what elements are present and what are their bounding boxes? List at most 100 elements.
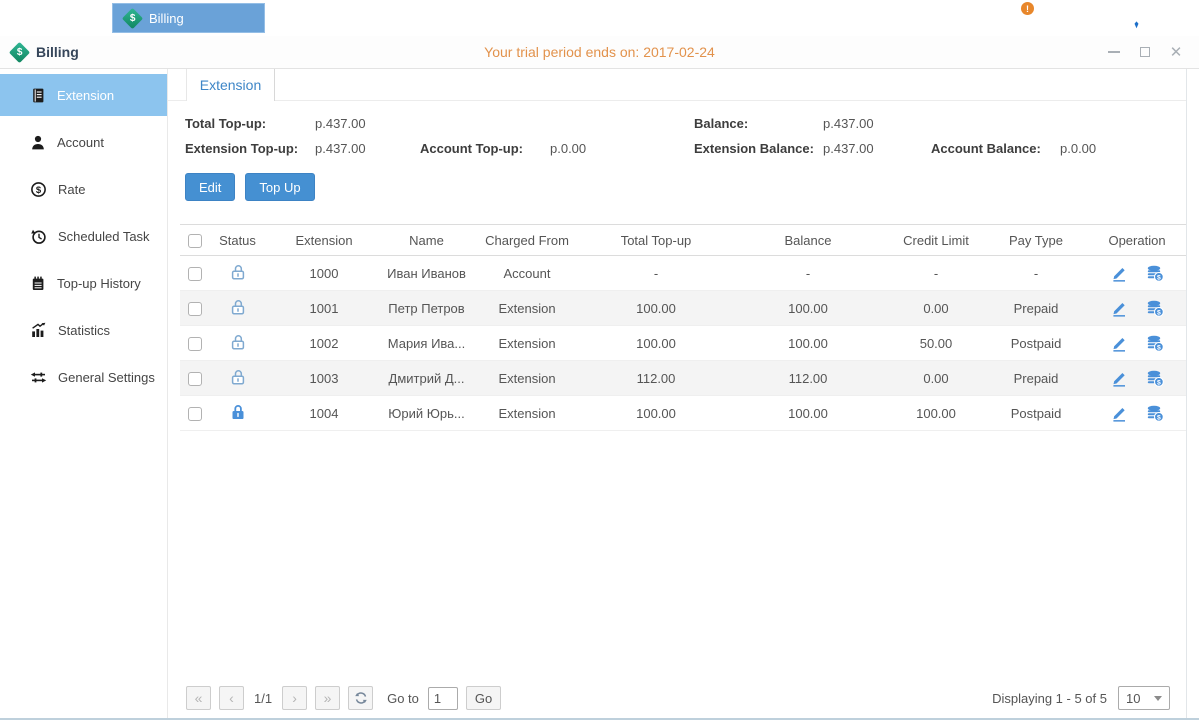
locked-icon [229, 403, 247, 421]
cell-name: Иван Иванов [383, 256, 470, 291]
chevron-down-icon [1154, 696, 1162, 701]
cell-credit-limit: 0.00 [888, 361, 984, 396]
summary-value: p.0.00 [550, 141, 694, 156]
sidebar-item-label: Scheduled Task [58, 229, 150, 244]
tab-extension[interactable]: Extension [186, 69, 275, 101]
maximize-button[interactable] [1138, 45, 1152, 59]
unlocked-icon [229, 263, 247, 281]
sidebar-item-top-up-history[interactable]: Top-up History [0, 262, 167, 304]
sidebar-item-label: Extension [57, 88, 114, 103]
col-extension: Extension [265, 225, 383, 256]
cell-charged-from: Extension [470, 361, 584, 396]
top-up-coins-icon[interactable] [1146, 264, 1164, 282]
page-number-input[interactable] [428, 687, 458, 710]
row-checkbox[interactable] [188, 337, 202, 351]
cell-balance: 100.00 [728, 291, 888, 326]
edit-pencil-icon[interactable] [1110, 264, 1128, 282]
top-up-coins-icon[interactable] [1146, 299, 1164, 317]
summary-label: Balance: [694, 116, 823, 131]
unlocked-icon [229, 298, 247, 316]
clock-icon [30, 228, 47, 245]
topbar-tab-billing[interactable]: $ Billing [112, 3, 265, 33]
displaying-text: Displaying 1 - 5 of 5 [992, 691, 1107, 706]
prev-page-button[interactable]: ‹ [219, 686, 244, 710]
cell-pay-type: Prepaid [984, 361, 1088, 396]
cell-extension: 1002 [265, 326, 383, 361]
go-button[interactable]: Go [466, 686, 501, 710]
sidebar-item-statistics[interactable]: Statistics [0, 309, 167, 351]
svg-text:$: $ [36, 185, 42, 196]
sidebar-item-general-settings[interactable]: General Settings [0, 356, 167, 398]
table-row: 1004 Юрий Юрь... Extension 100.00 100.00… [180, 396, 1186, 431]
messages-icon[interactable]: ! [1001, 3, 1031, 33]
edit-pencil-icon[interactable] [1110, 369, 1128, 387]
statistics-chart-icon[interactable] [1061, 3, 1091, 33]
cell-credit-limit: 50.00 [888, 326, 984, 361]
summary-label: Total Top-up: [185, 116, 315, 131]
summary-label: Account Balance: [931, 141, 1060, 156]
cell-extension: 1000 [265, 256, 383, 291]
sidebar-item-scheduled-task[interactable]: Scheduled Task [0, 215, 167, 257]
main-panel: Extension Total Top-up: p.437.00 Balance… [168, 69, 1187, 718]
last-page-button[interactable]: » [315, 686, 340, 710]
sidebar-item-label: Account [57, 135, 104, 150]
refresh-button[interactable] [348, 686, 373, 710]
close-button[interactable]: ✕ [1169, 45, 1183, 59]
summary-label: Account Top-up: [420, 141, 550, 156]
edit-button[interactable]: Edit [185, 173, 235, 201]
col-total-top-up: Total Top-up [584, 225, 728, 256]
row-checkbox[interactable] [188, 372, 202, 386]
bar-chart-icon [30, 322, 47, 339]
cell-pay-type: Postpaid [984, 326, 1088, 361]
app-grid-icon[interactable] [38, 6, 62, 30]
topbar-tab-label: Billing [149, 11, 184, 26]
summary-value: p.0.00 [1060, 141, 1186, 156]
summary-value: p.437.00 [823, 116, 931, 131]
minimize-button[interactable] [1107, 45, 1121, 59]
first-page-button[interactable]: « [186, 686, 211, 710]
cell-credit-limit: - [888, 256, 984, 291]
cell-balance: 100.00 [728, 396, 888, 431]
cell-balance: 100.00 [728, 326, 888, 361]
next-page-button[interactable]: › [282, 686, 307, 710]
top-up-button[interactable]: Top Up [245, 173, 314, 201]
summary-value: p.437.00 [315, 141, 420, 156]
edit-pencil-icon[interactable] [1110, 334, 1128, 352]
page-size-value: 10 [1126, 691, 1140, 706]
coin-icon: $ [30, 181, 47, 198]
page-size-select[interactable]: 10 [1118, 686, 1170, 710]
sidebar-item-label: Rate [58, 182, 85, 197]
top-up-coins-icon[interactable] [1146, 404, 1164, 422]
row-checkbox[interactable] [188, 407, 202, 421]
table-row: 1003 Дмитрий Д... Extension 112.00 112.0… [180, 361, 1186, 396]
cell-total-top-up: 100.00 [584, 291, 728, 326]
cell-balance: - [728, 256, 888, 291]
titlebar: $ Billing Your trial period ends on: 201… [0, 36, 1199, 69]
row-checkbox[interactable] [188, 267, 202, 281]
cell-charged-from: Account [470, 256, 584, 291]
top-up-coins-icon[interactable] [1146, 369, 1164, 387]
select-all-checkbox[interactable] [188, 234, 202, 248]
cell-charged-from: Extension [470, 326, 584, 361]
ledger-icon [30, 87, 46, 104]
sliders-icon [30, 369, 47, 386]
summary-value: p.437.00 [823, 141, 931, 156]
row-checkbox[interactable] [188, 302, 202, 316]
cell-total-top-up: 112.00 [584, 361, 728, 396]
cell-name: Дмитрий Д... [383, 361, 470, 396]
table-row: 1001 Петр Петров Extension 100.00 100.00… [180, 291, 1186, 326]
cell-pay-type: Prepaid [984, 291, 1088, 326]
cell-charged-from: Extension [470, 291, 584, 326]
person-icon [30, 134, 46, 151]
user-icon[interactable] [1121, 3, 1151, 33]
sidebar-item-rate[interactable]: $ Rate [0, 168, 167, 210]
top-up-coins-icon[interactable] [1146, 334, 1164, 352]
cell-name: Петр Петров [383, 291, 470, 326]
app-title: Billing [36, 44, 79, 60]
col-charged-from: Charged From [470, 225, 584, 256]
edit-pencil-icon[interactable] [1110, 404, 1128, 422]
edit-pencil-icon[interactable] [1110, 299, 1128, 317]
sidebar-item-account[interactable]: Account [0, 121, 167, 163]
tab-strip: Extension [168, 69, 1186, 101]
sidebar-item-extension[interactable]: Extension [0, 74, 167, 116]
